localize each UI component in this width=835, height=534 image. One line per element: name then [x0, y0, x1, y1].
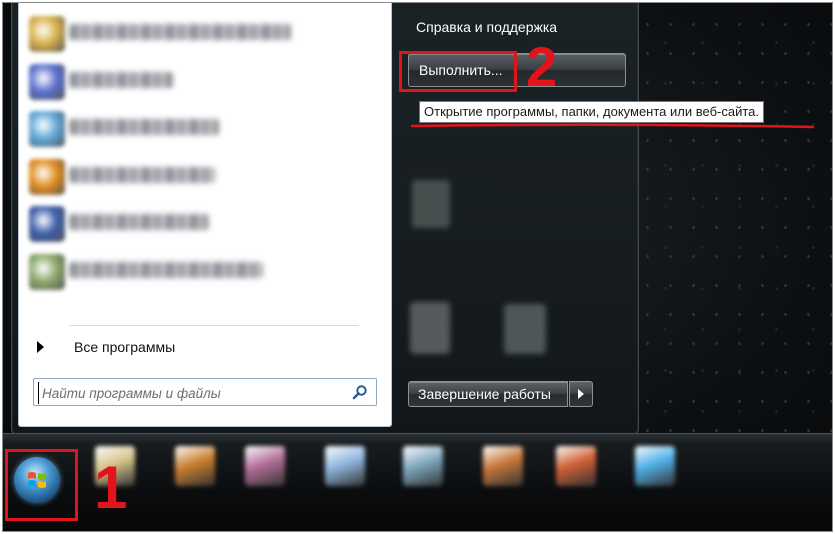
- arrow-right-icon: [578, 389, 584, 399]
- program-icon-1: [29, 16, 65, 52]
- recent-program-item[interactable]: [25, 250, 385, 294]
- step-2-label: 2: [526, 35, 558, 98]
- program-label-blurred: [69, 119, 219, 135]
- separator: [69, 325, 359, 326]
- run-tooltip: Открытие программы, папки, документа или…: [419, 101, 764, 123]
- program-icon-2: [29, 63, 65, 100]
- taskbar-icon-8[interactable]: [635, 446, 675, 486]
- folder-ghost-icon: [410, 302, 450, 354]
- all-programs-label: Все программы: [74, 339, 176, 355]
- screenshot-frame: Все программы Справка и поддержка Выполн…: [2, 2, 833, 532]
- taskbar-icon-4[interactable]: [325, 446, 365, 486]
- shutdown-button[interactable]: Завершение работы: [408, 381, 568, 407]
- recent-program-item[interactable]: [25, 12, 385, 56]
- recent-program-item[interactable]: [25, 107, 385, 151]
- shutdown-options-button[interactable]: [569, 381, 593, 407]
- program-label-blurred: [69, 261, 263, 278]
- shutdown-label: Завершение работы: [418, 386, 551, 402]
- recent-program-item[interactable]: [25, 155, 385, 199]
- search-input[interactable]: [38, 382, 344, 404]
- step-1-label: 1: [94, 454, 128, 521]
- program-label-blurred: [69, 214, 209, 230]
- program-icon-5: [29, 206, 65, 242]
- arrow-right-icon: [37, 341, 44, 353]
- help-and-support-link[interactable]: Справка и поддержка: [416, 19, 557, 35]
- desktop-background: [633, 3, 832, 433]
- recent-program-item[interactable]: [25, 60, 385, 104]
- taskbar-icon-7[interactable]: [556, 446, 596, 486]
- program-icon-4: [29, 158, 65, 195]
- start-menu-programs-pane: Все программы: [18, 3, 392, 427]
- media-ghost-icon: [504, 304, 546, 354]
- run-button-highlight: [399, 51, 517, 92]
- recent-program-item[interactable]: [25, 202, 385, 246]
- program-label-blurred: [69, 71, 173, 88]
- search-icon[interactable]: [352, 384, 368, 400]
- program-label-blurred: [69, 166, 215, 183]
- search-box[interactable]: [33, 378, 377, 406]
- program-icon-6: [29, 253, 65, 290]
- taskbar-icon-2[interactable]: [175, 446, 215, 486]
- start-button-highlight: [5, 449, 78, 521]
- tooltip-underline-annotation: [411, 123, 815, 129]
- taskbar-icon-6[interactable]: [483, 446, 523, 486]
- program-label-blurred: [69, 24, 291, 40]
- document-ghost-icon: [412, 180, 450, 228]
- program-icon-3: [29, 111, 65, 147]
- all-programs-item[interactable]: Все программы: [27, 336, 377, 360]
- taskbar-icon-5[interactable]: [403, 446, 443, 486]
- taskbar-icon-3[interactable]: [245, 446, 285, 486]
